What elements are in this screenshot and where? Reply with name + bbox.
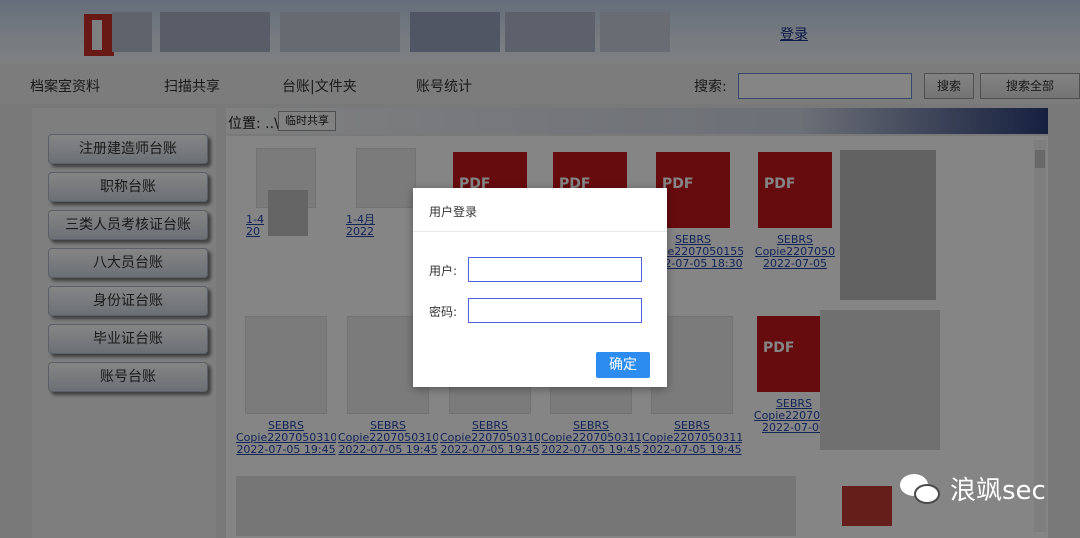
- wechat-icon: [900, 472, 942, 506]
- watermark: 浪飒sec: [900, 470, 1046, 507]
- watermark-text: 浪飒sec: [950, 476, 1046, 506]
- username-label: 用户:: [429, 264, 458, 278]
- dialog-title: 用户登录: [429, 205, 478, 219]
- password-label: 密码:: [429, 305, 458, 319]
- login-dialog: 用户登录 用户: 密码: 确定: [413, 188, 667, 387]
- username-input[interactable]: [468, 257, 642, 282]
- password-input[interactable]: [468, 298, 642, 323]
- divider: [413, 231, 667, 232]
- confirm-button[interactable]: 确定: [596, 352, 650, 378]
